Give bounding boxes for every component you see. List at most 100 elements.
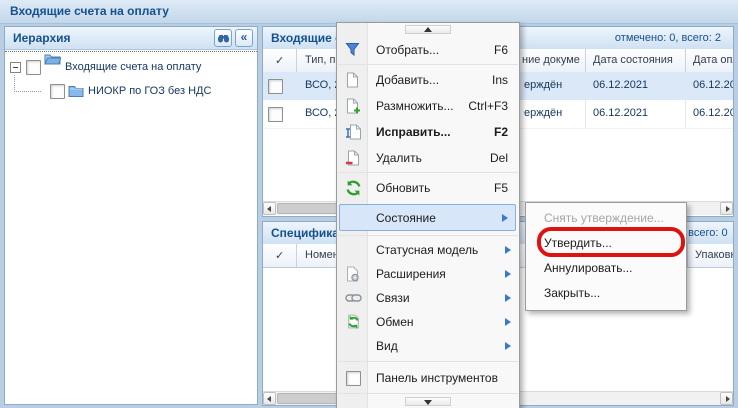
menu-item-label: Обмен — [376, 310, 414, 334]
scroll-right-button[interactable] — [720, 392, 733, 405]
page-edit-icon — [345, 124, 362, 141]
application-window: Входящие счета на оплату Иерархия « — [0, 0, 738, 408]
window-title-bar: Входящие счета на оплату — [0, 0, 738, 24]
cell-state-date: 06.12.2021 — [593, 107, 648, 119]
menu-item-filter[interactable]: Отобрать... F6 — [338, 37, 518, 63]
menu-item-duplicate[interactable]: Размножить... Ctrl+F3 — [338, 93, 518, 119]
menu-item-label: Расширения — [376, 262, 446, 286]
cell-pay-date: 06.12.2021 — [693, 79, 734, 91]
binoculars-icon — [217, 32, 230, 45]
menu-item-label: Удалить — [376, 145, 422, 171]
column-pay-date[interactable]: Дата оплаты — [693, 54, 734, 66]
menu-item-refresh[interactable]: Обновить F5 — [338, 175, 518, 201]
scroll-left-button[interactable] — [263, 202, 276, 215]
cell-pay-date: 06.12.2021 — [693, 107, 734, 119]
invoices-count-status: отмечено: 0, всего: 2 — [615, 32, 721, 44]
menu-item-label: Исправить... — [376, 119, 451, 145]
cell-doc-state: ерждён — [524, 107, 562, 119]
menu-scroll-up[interactable] — [405, 25, 451, 34]
scroll-left-button[interactable] — [263, 392, 276, 405]
submenu-arrow-icon — [502, 214, 508, 222]
tree-item-label: Входящие счета на оплату — [65, 57, 201, 77]
row-checkbox[interactable] — [268, 79, 283, 94]
submenu-item-label: Закрыть... — [544, 281, 600, 306]
row-checkbox[interactable] — [268, 107, 283, 122]
menu-item-view[interactable]: Вид — [338, 334, 518, 358]
scrollbar-thumb[interactable] — [277, 203, 341, 214]
tree-item-child[interactable]: НИОКР по ГОЗ без НДС — [5, 81, 257, 101]
menu-item-toolbar-toggle[interactable]: Панель инструментов — [338, 364, 518, 392]
menu-separator — [338, 235, 518, 236]
submenu-arrow-icon — [505, 342, 511, 350]
scroll-right-button[interactable] — [720, 202, 733, 215]
menu-item-label: Добавить... — [376, 67, 439, 93]
menu-item-shortcut: F2 — [494, 119, 508, 145]
column-doc-state[interactable]: ние докуме — [522, 54, 580, 66]
column-divider[interactable] — [685, 49, 686, 72]
submenu-arrow-icon — [505, 318, 511, 326]
menu-scroll-down[interactable] — [405, 397, 451, 406]
menu-separator — [338, 64, 518, 65]
hierarchy-panel-title: Иерархия — [13, 31, 71, 45]
column-packaging[interactable]: Упаковка — [695, 249, 734, 261]
menu-item-state[interactable]: Состояние — [339, 204, 516, 231]
submenu-item-annul[interactable]: Аннулировать... — [527, 256, 685, 281]
menu-item-extensions[interactable]: Расширения — [338, 262, 518, 286]
menu-item-shortcut: F6 — [494, 37, 508, 63]
menu-item-label: Вид — [376, 334, 398, 358]
menu-item-label: Отобрать... — [376, 37, 439, 63]
divider — [685, 72, 686, 128]
menu-item-edit[interactable]: Исправить... F2 — [338, 119, 518, 145]
menu-item-add[interactable]: Добавить... Ins — [338, 67, 518, 93]
folder-closed-icon — [68, 84, 84, 97]
menu-item-shortcut: Del — [490, 145, 508, 171]
red-highlight-annotation — [537, 227, 685, 257]
tree-item-root[interactable]: Входящие счета на оплату — [5, 57, 257, 77]
menu-item-label: Связи — [376, 286, 410, 310]
tree-expand-toggle[interactable] — [10, 62, 21, 73]
cell-state-date: 06.12.2021 — [593, 79, 648, 91]
collapse-panel-button[interactable]: « — [235, 29, 253, 47]
submenu-arrow-icon — [505, 294, 511, 302]
menu-item-label: Обновить — [376, 175, 430, 201]
menu-item-label: Состояние — [376, 205, 436, 232]
tree-item-label: НИОКР по ГОЗ без НДС — [88, 81, 211, 101]
tree-child-checkbox[interactable] — [50, 84, 65, 99]
menu-item-shortcut: Ctrl+F3 — [468, 93, 508, 119]
exchange-icon — [345, 314, 362, 331]
column-divider[interactable] — [296, 49, 297, 72]
menu-item-links[interactable]: Связи — [338, 286, 518, 310]
column-divider[interactable] — [585, 49, 586, 72]
menu-item-status-model[interactable]: Статусная модель — [338, 238, 518, 262]
submenu-arrow-icon — [505, 246, 511, 254]
column-check[interactable]: ✓ — [275, 249, 284, 262]
menu-item-label: Панель инструментов — [376, 364, 498, 392]
arrow-left-icon — [267, 206, 271, 212]
column-state-date[interactable]: Дата состояния — [593, 54, 673, 66]
column-divider[interactable] — [687, 244, 688, 267]
search-button[interactable] — [214, 29, 232, 47]
page-minus-icon — [345, 150, 362, 167]
menu-separator — [338, 393, 518, 394]
menu-item-exchange[interactable]: Обмен — [338, 310, 518, 334]
column-check[interactable]: ✓ — [275, 54, 284, 67]
column-divider[interactable] — [296, 244, 297, 267]
menu-item-delete[interactable]: Удалить Del — [338, 145, 518, 171]
scrollbar-thumb[interactable] — [277, 393, 339, 404]
window-title: Входящие счета на оплату — [10, 4, 169, 18]
hierarchy-panel-header: Иерархия « — [5, 27, 257, 50]
arrow-left-icon — [267, 396, 271, 402]
toolbar-checkbox[interactable] — [346, 371, 361, 386]
folder-open-icon — [44, 52, 61, 69]
menu-item-shortcut: Ins — [492, 67, 508, 93]
submenu-item-label: Аннулировать... — [544, 256, 632, 281]
tree-root-checkbox[interactable] — [26, 60, 41, 75]
arrow-right-icon — [726, 206, 730, 212]
submenu-item-close[interactable]: Закрыть... — [527, 281, 685, 306]
menu-item-label: Размножить... — [376, 93, 454, 119]
cell-doc-state: ерждён — [524, 79, 562, 91]
minus-icon — [13, 67, 18, 68]
chevron-left-double-icon: « — [241, 30, 248, 44]
page-plus-icon — [345, 98, 362, 115]
page-icon — [345, 72, 362, 89]
